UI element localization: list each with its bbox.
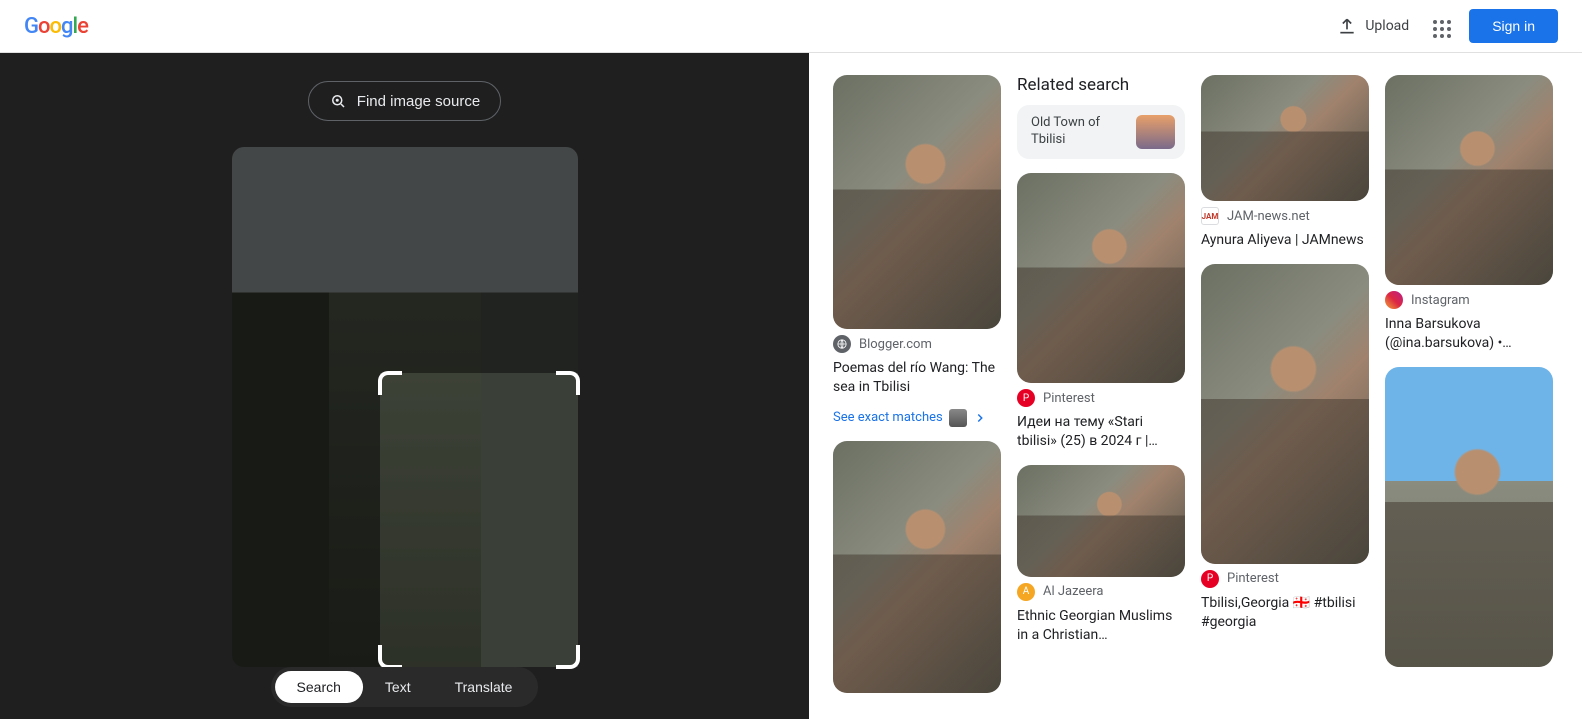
pinterest-icon: P [1201,570,1219,588]
crop-selection[interactable] [380,373,578,667]
result-card[interactable]: A Al Jazeera Ethnic Georgian Muslims in … [1017,465,1185,645]
mode-translate[interactable]: Translate [433,671,535,703]
result-source: P Pinterest [1201,570,1369,588]
result-source-text: Blogger.com [859,337,932,352]
pinterest-icon: P [1017,389,1035,407]
mode-search[interactable]: Search [275,671,363,703]
result-source-text: JAM-news.net [1227,209,1310,224]
related-chip-label: Old Town of Tbilisi [1031,115,1126,149]
header: Google Upload Sign in [0,0,1582,53]
result-thumbnail [1017,173,1185,383]
sign-in-button[interactable]: Sign in [1469,9,1558,43]
upload-button[interactable]: Upload [1337,16,1409,36]
mode-text[interactable]: Text [363,671,433,703]
result-card[interactable] [1385,367,1553,667]
header-actions: Upload Sign in [1337,9,1558,43]
crop-handle-tl[interactable] [378,371,402,395]
jamnews-icon: JAM [1201,207,1219,225]
result-card[interactable]: Blogger.com Poemas del río Wang: The sea… [833,75,1001,427]
upload-icon [1337,16,1357,36]
result-card[interactable]: P Pinterest Tbilisi,Georgia 🇬🇪 #tbilisi … [1201,264,1369,632]
crop-handle-bl[interactable] [378,645,402,669]
crop-handle-tr[interactable] [556,371,580,395]
result-card[interactable] [833,441,1001,693]
result-thumbnail [1017,465,1185,577]
instagram-icon [1385,291,1403,309]
find-image-source-label: Find image source [357,93,480,110]
related-search-block: Related search Old Town of Tbilisi [1017,75,1185,159]
lens-search-icon [329,92,347,110]
result-source: P Pinterest [1017,389,1185,407]
result-source-text: Pinterest [1227,571,1279,586]
result-card[interactable]: P Pinterest Идеи на тему «Stari tbilisi»… [1017,173,1185,451]
mode-switch: Search Text Translate [271,667,539,707]
results-panel[interactable]: Blogger.com Poemas del río Wang: The sea… [809,53,1582,719]
crop-handle-br[interactable] [556,645,580,669]
result-title: Poemas del río Wang: The sea in Tbilisi [833,359,1001,397]
result-source-text: Al Jazeera [1043,584,1103,599]
find-image-source-button[interactable]: Find image source [308,81,501,121]
google-apps-icon[interactable] [1427,14,1451,38]
related-chip-thumb [1136,115,1175,149]
chevron-right-icon [973,411,987,425]
result-source: Instagram [1385,291,1553,309]
result-thumbnail [1201,75,1369,201]
exact-match-mini-thumb [949,409,967,427]
related-search-heading: Related search [1017,75,1185,95]
result-card[interactable]: JAM JAM-news.net Aynura Aliyeva | JAMnew… [1201,75,1369,250]
globe-icon [833,335,851,353]
result-title: Tbilisi,Georgia 🇬🇪 #tbilisi #georgia [1201,594,1369,632]
result-title: Ethnic Georgian Muslims in a Christian… [1017,607,1185,645]
result-thumbnail [833,441,1001,693]
result-thumbnail [833,75,1001,329]
related-search-chip[interactable]: Old Town of Tbilisi [1017,105,1185,159]
result-thumbnail [1201,264,1369,564]
result-source-text: Instagram [1411,293,1470,308]
result-source-text: Pinterest [1043,391,1095,406]
result-title: Идеи на тему «Stari tbilisi» (25) в 2024… [1017,413,1185,451]
result-title: Inna Barsukova (@ina.barsukova) •… [1385,315,1553,353]
result-source: JAM JAM-news.net [1201,207,1369,225]
upload-label: Upload [1365,18,1409,34]
result-source: A Al Jazeera [1017,583,1185,601]
result-thumbnail [1385,75,1553,285]
exact-matches-row[interactable]: See exact matches [833,409,1001,427]
result-title: Aynura Aliyeva | JAMnews [1201,231,1369,250]
result-thumbnail [1385,367,1553,667]
exact-matches-link[interactable]: See exact matches [833,410,943,425]
image-stage[interactable] [232,147,578,667]
google-logo[interactable]: Google [24,14,88,39]
result-card[interactable]: Instagram Inna Barsukova (@ina.barsukova… [1385,75,1553,353]
aljazeera-icon: A [1017,583,1035,601]
lens-panel: Find image source Search Text Translate [0,53,809,719]
main: Find image source Search Text Translate [0,53,1582,719]
result-source: Blogger.com [833,335,1001,353]
